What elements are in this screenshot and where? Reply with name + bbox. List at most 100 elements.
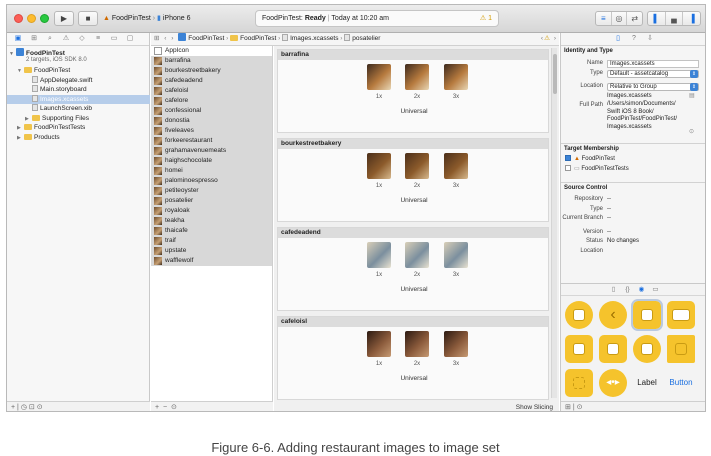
asset-row[interactable]: traif	[151, 236, 272, 246]
test-icon[interactable]: ◇	[74, 33, 90, 45]
asset-row[interactable]: barrafina	[151, 56, 272, 66]
asset-row[interactable]: wafflewolf	[151, 256, 272, 266]
asset-row[interactable]: upstate	[151, 246, 272, 256]
asset-row[interactable]: posatelier	[151, 196, 272, 206]
asset-row[interactable]: haighschocolate	[151, 156, 272, 166]
show-slicing-button[interactable]: Show Slicing	[516, 404, 553, 411]
asset-row[interactable]: bourkestreetbakery	[151, 66, 272, 76]
issue-warning-icon[interactable]: ⚠	[544, 33, 550, 45]
target-checkbox[interactable]	[565, 155, 571, 161]
log-icon[interactable]: ▢	[122, 33, 138, 45]
tree-item[interactable]: ▶ FoodPinTestTests	[7, 123, 150, 133]
tree-item[interactable]: Main.storyboard	[7, 85, 150, 95]
glkit-view-controller-object[interactable]	[667, 335, 695, 363]
run-button[interactable]: ▶	[54, 11, 74, 26]
image-well-1x[interactable]	[367, 331, 391, 357]
tab-bar-controller-object[interactable]	[565, 335, 593, 363]
asset-row[interactable]: cafedeadend	[151, 76, 272, 86]
filter-icon[interactable]: ⊡	[29, 404, 35, 411]
image-well-3x[interactable]	[444, 64, 468, 90]
tree-item[interactable]: Images.xcassets	[7, 94, 150, 104]
stop-button[interactable]: ■	[78, 11, 98, 26]
view-toggle-control[interactable]: ▌ ▄ ▐	[647, 11, 701, 26]
table-view-controller-object[interactable]	[631, 299, 663, 331]
location-popup[interactable]: Relative to Group ⇕	[607, 83, 699, 91]
utilities-toggle-icon[interactable]: ▐	[683, 12, 700, 25]
asset-row[interactable]: royaloak	[151, 206, 272, 216]
asset-row[interactable]: confessional	[151, 106, 272, 116]
view-controller-object[interactable]	[565, 301, 593, 329]
related-items-icon[interactable]: ⊞	[151, 35, 162, 42]
attributes-icon[interactable]: ⇩	[642, 33, 658, 45]
breadcrumb-item[interactable]: FoodPinTest	[240, 35, 276, 42]
asset-row[interactable]: thaicafe	[151, 226, 272, 236]
av-player-view-controller-object[interactable]: ◂•▸	[599, 369, 627, 397]
debug-icon[interactable]: ≡	[90, 33, 106, 45]
forward-icon[interactable]: ›	[168, 35, 176, 42]
image-well-1x[interactable]	[367, 242, 391, 268]
media-library-icon[interactable]: ▭	[649, 284, 663, 295]
next-issue-icon[interactable]: ›	[554, 33, 556, 45]
image-well-3x[interactable]	[444, 331, 468, 357]
image-well-2x[interactable]	[405, 64, 429, 90]
asset-row[interactable]: cafeloisl	[151, 86, 272, 96]
add-asset-icon[interactable]: +	[155, 404, 159, 411]
asset-row[interactable]: AppIcon	[151, 46, 272, 56]
disclosure-closed-icon[interactable]: ▶	[17, 134, 24, 144]
object-object[interactable]	[565, 369, 593, 397]
file-inspector-icon[interactable]: ▯	[610, 33, 626, 45]
tree-item[interactable]: LaunchScreen.xib	[7, 104, 150, 114]
navigator-filter-bar[interactable]: + | ◷ ⊡ ⊙	[7, 401, 150, 411]
image-well-2x[interactable]	[405, 153, 429, 179]
project-row[interactable]: ▼ FoodPinTest 2 targets, iOS SDK 8.0	[7, 48, 150, 66]
tree-item[interactable]: AppDelegate.swift	[7, 75, 150, 86]
asset-row[interactable]: fiveleaves	[151, 126, 272, 136]
type-popup[interactable]: Default - assetcatalog ⇕	[607, 69, 699, 78]
breadcrumb-item[interactable]: Images.xcassets	[290, 35, 338, 42]
recent-icon[interactable]: ◷	[21, 404, 27, 411]
image-well-1x[interactable]	[367, 153, 391, 179]
asset-filter-icon[interactable]: ⊙	[171, 404, 177, 411]
button-object[interactable]: Button	[664, 369, 698, 397]
label-object[interactable]: Label	[630, 369, 664, 397]
tree-item[interactable]: ▼ FoodPinTest	[7, 66, 150, 76]
scheme-selector[interactable]: ▲ FoodPinTest › ▮ iPhone 6	[103, 11, 191, 26]
issue-icon[interactable]: ⚠	[58, 33, 74, 45]
target-checkbox[interactable]	[565, 165, 571, 171]
asset-row[interactable]: teakha	[151, 216, 272, 226]
library-filter-bar[interactable]: ⊞ | ⊙	[561, 401, 705, 411]
warning-indicator[interactable]: ⚠ 1	[480, 11, 492, 26]
breadcrumb-item[interactable]: posatelier	[352, 35, 380, 42]
object-library-icon[interactable]: ◉	[635, 284, 649, 295]
grid-view-icon[interactable]: ⊞	[565, 404, 571, 411]
minimize-window-button[interactable]	[27, 14, 36, 23]
filter-search-icon[interactable]: ⊙	[37, 404, 43, 411]
zoom-window-button[interactable]	[40, 14, 49, 23]
editor-scrollbar[interactable]	[551, 48, 557, 398]
asset-row[interactable]: homei	[151, 166, 272, 176]
image-well-1x[interactable]	[367, 64, 391, 90]
asset-filter-bar[interactable]: + − ⊙	[151, 401, 273, 411]
debug-toggle-icon[interactable]: ▄	[666, 12, 684, 25]
asset-row[interactable]: palominoespresso	[151, 176, 272, 186]
navigation-controller-object[interactable]: ‹	[599, 301, 627, 329]
quick-help-icon[interactable]: ?	[626, 33, 642, 45]
page-view-controller-object[interactable]	[633, 335, 661, 363]
search-icon[interactable]: ⌕	[42, 33, 58, 45]
folder-icon[interactable]: ▣	[10, 33, 26, 45]
asset-row[interactable]: donostia	[151, 116, 272, 126]
navigator-toggle-icon[interactable]: ▌	[648, 12, 666, 25]
tree-item[interactable]: ▶ Supporting Files	[7, 114, 150, 124]
back-icon[interactable]: ‹	[164, 35, 166, 42]
library-search-icon[interactable]: ⊙	[577, 404, 583, 411]
file-template-icon[interactable]: ▯	[607, 284, 621, 295]
previous-issue-icon[interactable]: ‹	[541, 33, 543, 45]
add-icon[interactable]: +	[11, 404, 15, 411]
folder-reveal-icon[interactable]: ▤	[689, 92, 695, 102]
collection-view-controller-object[interactable]	[667, 301, 695, 329]
asset-row[interactable]: forkeerestaurant	[151, 136, 272, 146]
assistant-editor-icon[interactable]: ◎	[612, 12, 628, 25]
close-window-button[interactable]	[14, 14, 23, 23]
scroll-thumb[interactable]	[553, 54, 557, 94]
name-field[interactable]: Images.xcassets	[607, 60, 699, 68]
